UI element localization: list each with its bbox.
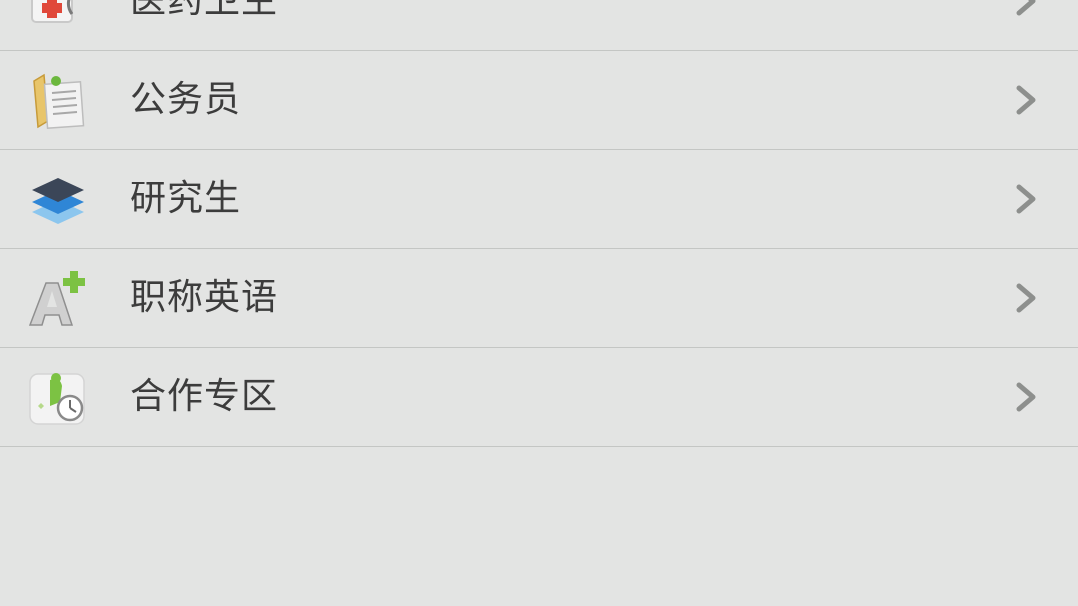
list-item-label: 研究生 (130, 178, 242, 219)
medical-kit-icon (26, 0, 90, 34)
list-empty-area (0, 448, 1078, 606)
civil-servant-folder-icon (26, 69, 90, 133)
list-item-label: 医药卫生 (130, 0, 279, 21)
chevron-right-icon (1010, 282, 1042, 314)
chevron-right-icon (1010, 0, 1042, 17)
list-item-cooperation[interactable]: 合作专区 (0, 348, 1078, 447)
list-item-label: 公务员 (130, 79, 242, 120)
chevron-right-icon (1010, 381, 1042, 413)
list-item-label: 职称英语 (130, 277, 279, 318)
list-item-medical[interactable]: 医药卫生 (0, 0, 1078, 51)
graduate-layers-icon (26, 168, 90, 232)
list-item-civil-servant[interactable]: 公务员 (0, 51, 1078, 150)
category-list: 医药卫生 公务员 研究生 职称英语 合作专区 (0, 0, 1078, 447)
list-item-professional-english[interactable]: 职称英语 (0, 249, 1078, 348)
list-item-graduate[interactable]: 研究生 (0, 150, 1078, 249)
chevron-right-icon (1010, 84, 1042, 116)
chevron-right-icon (1010, 183, 1042, 215)
cooperation-zone-icon (26, 366, 90, 430)
list-item-label: 合作专区 (130, 376, 279, 417)
english-a-plus-icon (26, 267, 90, 331)
